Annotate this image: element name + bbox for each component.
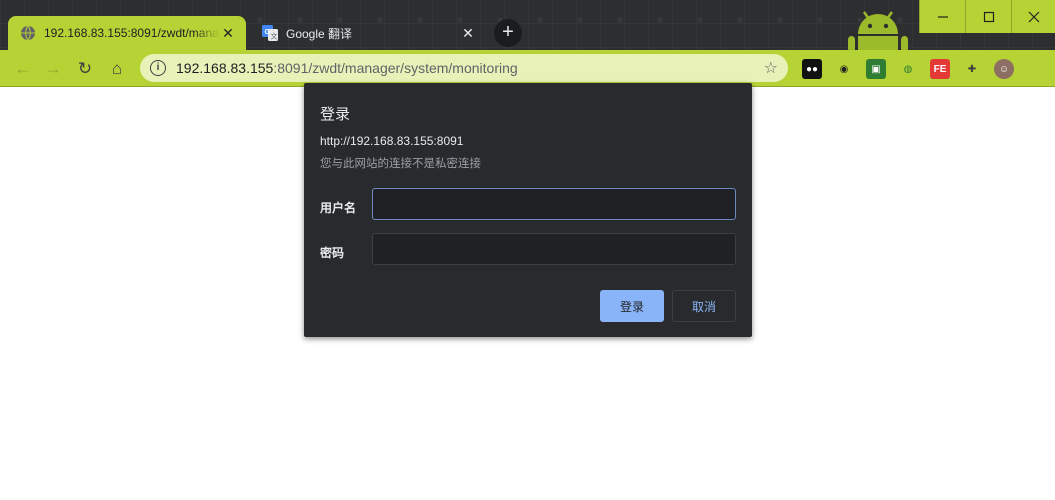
reload-button[interactable]: ↻ (72, 56, 98, 82)
browser-toolbar: ← → ↻ ⌂ i 192.168.83.155:8091/zwdt/manag… (0, 50, 1055, 87)
globe-icon (20, 25, 36, 41)
cancel-button[interactable]: 取消 (672, 290, 736, 322)
image-extension-icon[interactable]: ▣ (866, 59, 886, 79)
address-url: 192.168.83.155:8091/zwdt/manager/system/… (176, 60, 764, 76)
password-label: 密码 (320, 246, 345, 260)
back-button[interactable]: ← (10, 56, 36, 82)
android-theme-icon (842, 4, 914, 52)
tampermonkey-icon[interactable]: ●● (802, 59, 822, 79)
ninja-icon[interactable]: ◉ (834, 59, 854, 79)
close-window-button[interactable] (1011, 0, 1055, 33)
tab-active[interactable]: 192.168.83.155:8091/zwdt/manager/system/… (8, 16, 246, 50)
tab-title: 192.168.83.155:8091/zwdt/manager/system/… (44, 26, 220, 40)
dialog-origin: http://192.168.83.155:8091 (320, 134, 464, 148)
svg-text:文: 文 (271, 32, 278, 41)
fe-helper-icon[interactable]: FE (930, 59, 950, 79)
connection-warning: 您与此网站的连接不是私密连接 (320, 158, 481, 170)
tab-close-icon[interactable]: ✕ (220, 25, 236, 41)
forward-arrow-icon: → (44, 59, 62, 78)
dialog-title: 登录 (320, 106, 351, 123)
bookmark-star-icon[interactable]: ☆ (764, 58, 778, 78)
login-button[interactable]: 登录 (600, 290, 664, 322)
url-path: :8091/zwdt/manager/system/monitoring (273, 60, 518, 76)
maximize-icon (983, 11, 994, 22)
address-bar[interactable]: i 192.168.83.155:8091/zwdt/manager/syste… (140, 54, 788, 82)
home-button[interactable]: ⌂ (104, 56, 130, 82)
google-translate-icon: G文 (262, 25, 278, 41)
tab-title: Google 翻译 (286, 26, 353, 41)
minimize-button[interactable] (919, 0, 965, 33)
forward-button[interactable]: → (40, 56, 66, 82)
reload-icon: ↻ (77, 59, 93, 78)
url-host: 192.168.83.155 (176, 60, 274, 76)
tab-close-icon[interactable]: ✕ (460, 25, 476, 41)
tab-strip: 192.168.83.155:8091/zwdt/manager/system/… (0, 0, 1055, 52)
globe-extension-icon[interactable]: ◍ (898, 59, 918, 79)
maximize-button[interactable] (965, 0, 1011, 33)
back-arrow-icon: ← (14, 59, 32, 78)
home-icon: ⌂ (111, 59, 123, 78)
minimize-icon (937, 15, 948, 18)
puzzle-icon[interactable]: ✚ (962, 59, 982, 79)
close-icon (1028, 11, 1039, 22)
username-field[interactable] (372, 188, 736, 220)
password-field[interactable] (372, 233, 736, 265)
info-icon[interactable]: i (150, 60, 166, 76)
new-tab-button[interactable]: + (494, 19, 522, 47)
auth-dialog: 登录 http://192.168.83.155:8091 您与此网站的连接不是… (304, 83, 752, 337)
avatar-icon[interactable]: ☺ (994, 59, 1014, 79)
tab-google-translate[interactable]: G文 Google 翻译 ✕ (250, 16, 486, 50)
username-label: 用户名 (320, 201, 357, 215)
